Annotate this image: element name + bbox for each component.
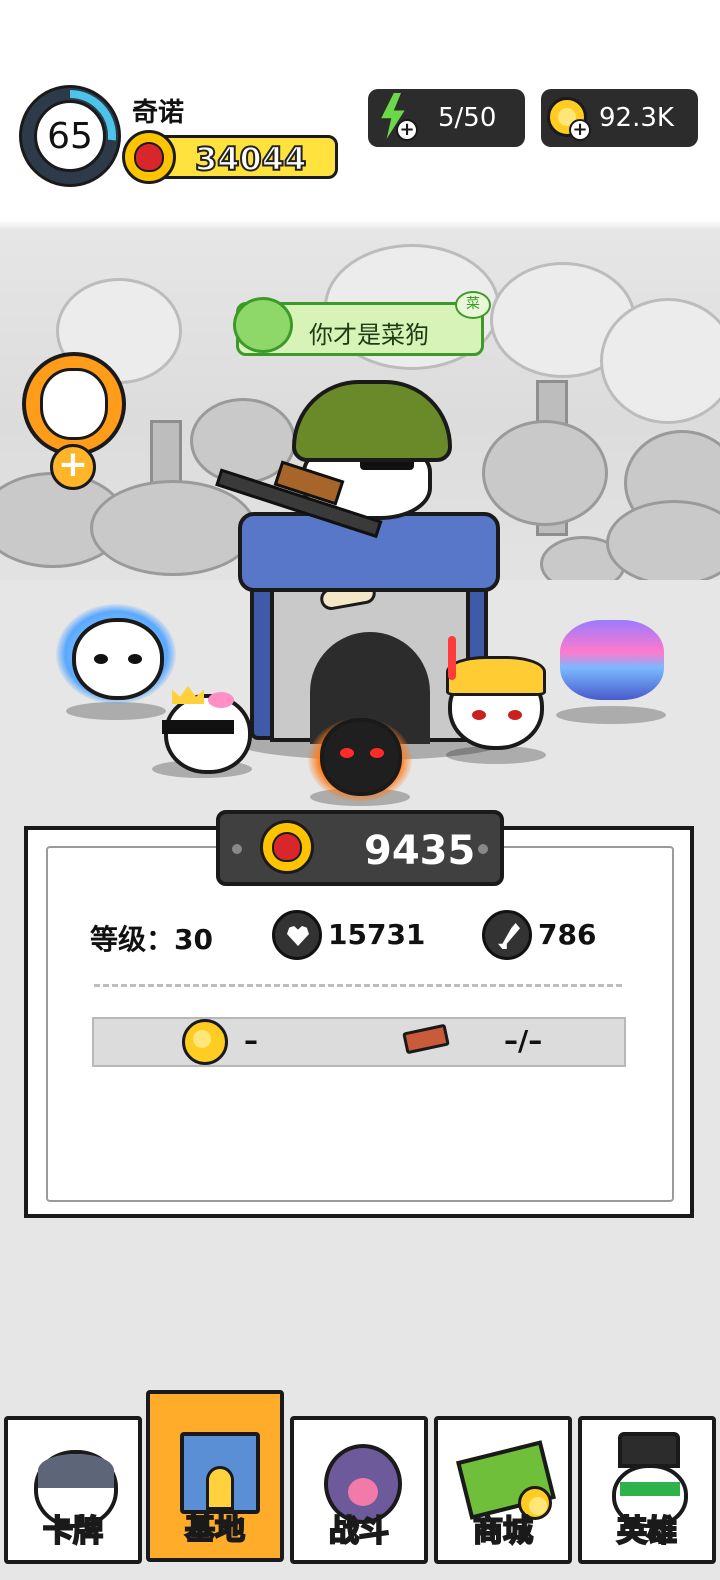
player-level-value: 65 <box>34 100 106 172</box>
pixel-sunglasses-icon <box>162 720 234 734</box>
player-power-value: 34044 <box>194 139 307 179</box>
add-energy-plus-icon[interactable]: + <box>396 119 418 141</box>
golden-helmet-icon <box>446 656 546 696</box>
tab-cards[interactable]: 卡牌 <box>4 1416 142 1564</box>
character-shadow <box>556 706 666 724</box>
background-cloud <box>600 298 720 424</box>
top-hat-icon <box>618 1432 680 1468</box>
cool-cat-character[interactable] <box>162 692 252 774</box>
tab-shop[interactable]: 商城 <box>434 1416 572 1564</box>
boxing-glove-icon <box>260 820 314 874</box>
upgrade-brick-cost: –/– <box>504 1024 543 1057</box>
bottom-nav: 卡牌 基地 战斗 商城 英雄 <box>0 1390 720 1564</box>
base-hp-value: 15731 <box>328 918 426 951</box>
base-level-label: 等级：30 <box>90 923 213 956</box>
army-helmet-icon <box>292 380 452 462</box>
base-power-value: 9435 <box>364 828 476 874</box>
speech-text: 你才是菜狗 <box>309 321 429 349</box>
energy-pill[interactable]: + 5/50 <box>368 89 525 147</box>
tab-base[interactable]: 基地 <box>146 1390 284 1562</box>
lucky-cat-button[interactable] <box>22 352 126 456</box>
sword-icon <box>482 910 532 960</box>
tab-heroes[interactable]: 英雄 <box>578 1416 716 1564</box>
energy-value: 5/50 <box>438 103 497 133</box>
boxing-glove-icon <box>122 130 176 184</box>
upgrade-coin-cost: – <box>244 1024 258 1057</box>
lucky-cat-plus-icon[interactable]: + <box>50 444 96 490</box>
tab-heroes-label: 英雄 <box>616 1513 678 1550</box>
heart-icon <box>272 910 322 960</box>
golden-warrior-character[interactable] <box>446 656 546 750</box>
bomb-character[interactable] <box>320 718 402 796</box>
divider <box>94 984 622 987</box>
speech-badge: 菜 <box>455 291 491 319</box>
lightsaber-icon <box>448 636 456 680</box>
coin-icon <box>182 1019 228 1065</box>
coins-pill[interactable]: + 92.3K <box>541 89 698 147</box>
character-shadow <box>66 702 166 720</box>
castle-icon <box>180 1432 260 1514</box>
green-dog-avatar-icon <box>233 297 293 353</box>
tag-rivet-icon <box>478 844 488 854</box>
tag-rivet-icon <box>232 844 242 854</box>
tab-shop-label: 商城 <box>472 1513 534 1550</box>
tab-battle-label: 战斗 <box>328 1513 390 1550</box>
background-tree <box>482 420 608 526</box>
glitch-character[interactable] <box>560 620 664 700</box>
game-stage: 65 奇诺 34044 + 5/50 + 92.3K 你才是菜狗 菜 + 943… <box>0 0 720 1580</box>
upgrade-cost-bar <box>92 1017 626 1067</box>
coins-value: 92.3K <box>599 103 674 133</box>
speech-banner: 你才是菜狗 菜 <box>233 291 491 356</box>
add-coins-plus-icon[interactable]: + <box>569 119 591 141</box>
base-attack-value: 786 <box>538 918 597 951</box>
player-power-pill: 34044 <box>150 135 338 179</box>
player-level-badge[interactable]: 65 <box>22 88 118 184</box>
background-bush <box>90 480 256 576</box>
lucky-cat-icon <box>40 368 108 440</box>
tab-battle[interactable]: 战斗 <box>290 1416 428 1564</box>
player-name: 奇诺 <box>132 98 185 128</box>
tab-cards-label: 卡牌 <box>42 1513 104 1550</box>
tab-base-label: 基地 <box>184 1511 246 1548</box>
bow-icon <box>208 692 234 708</box>
ice-husky-character[interactable] <box>72 618 164 700</box>
